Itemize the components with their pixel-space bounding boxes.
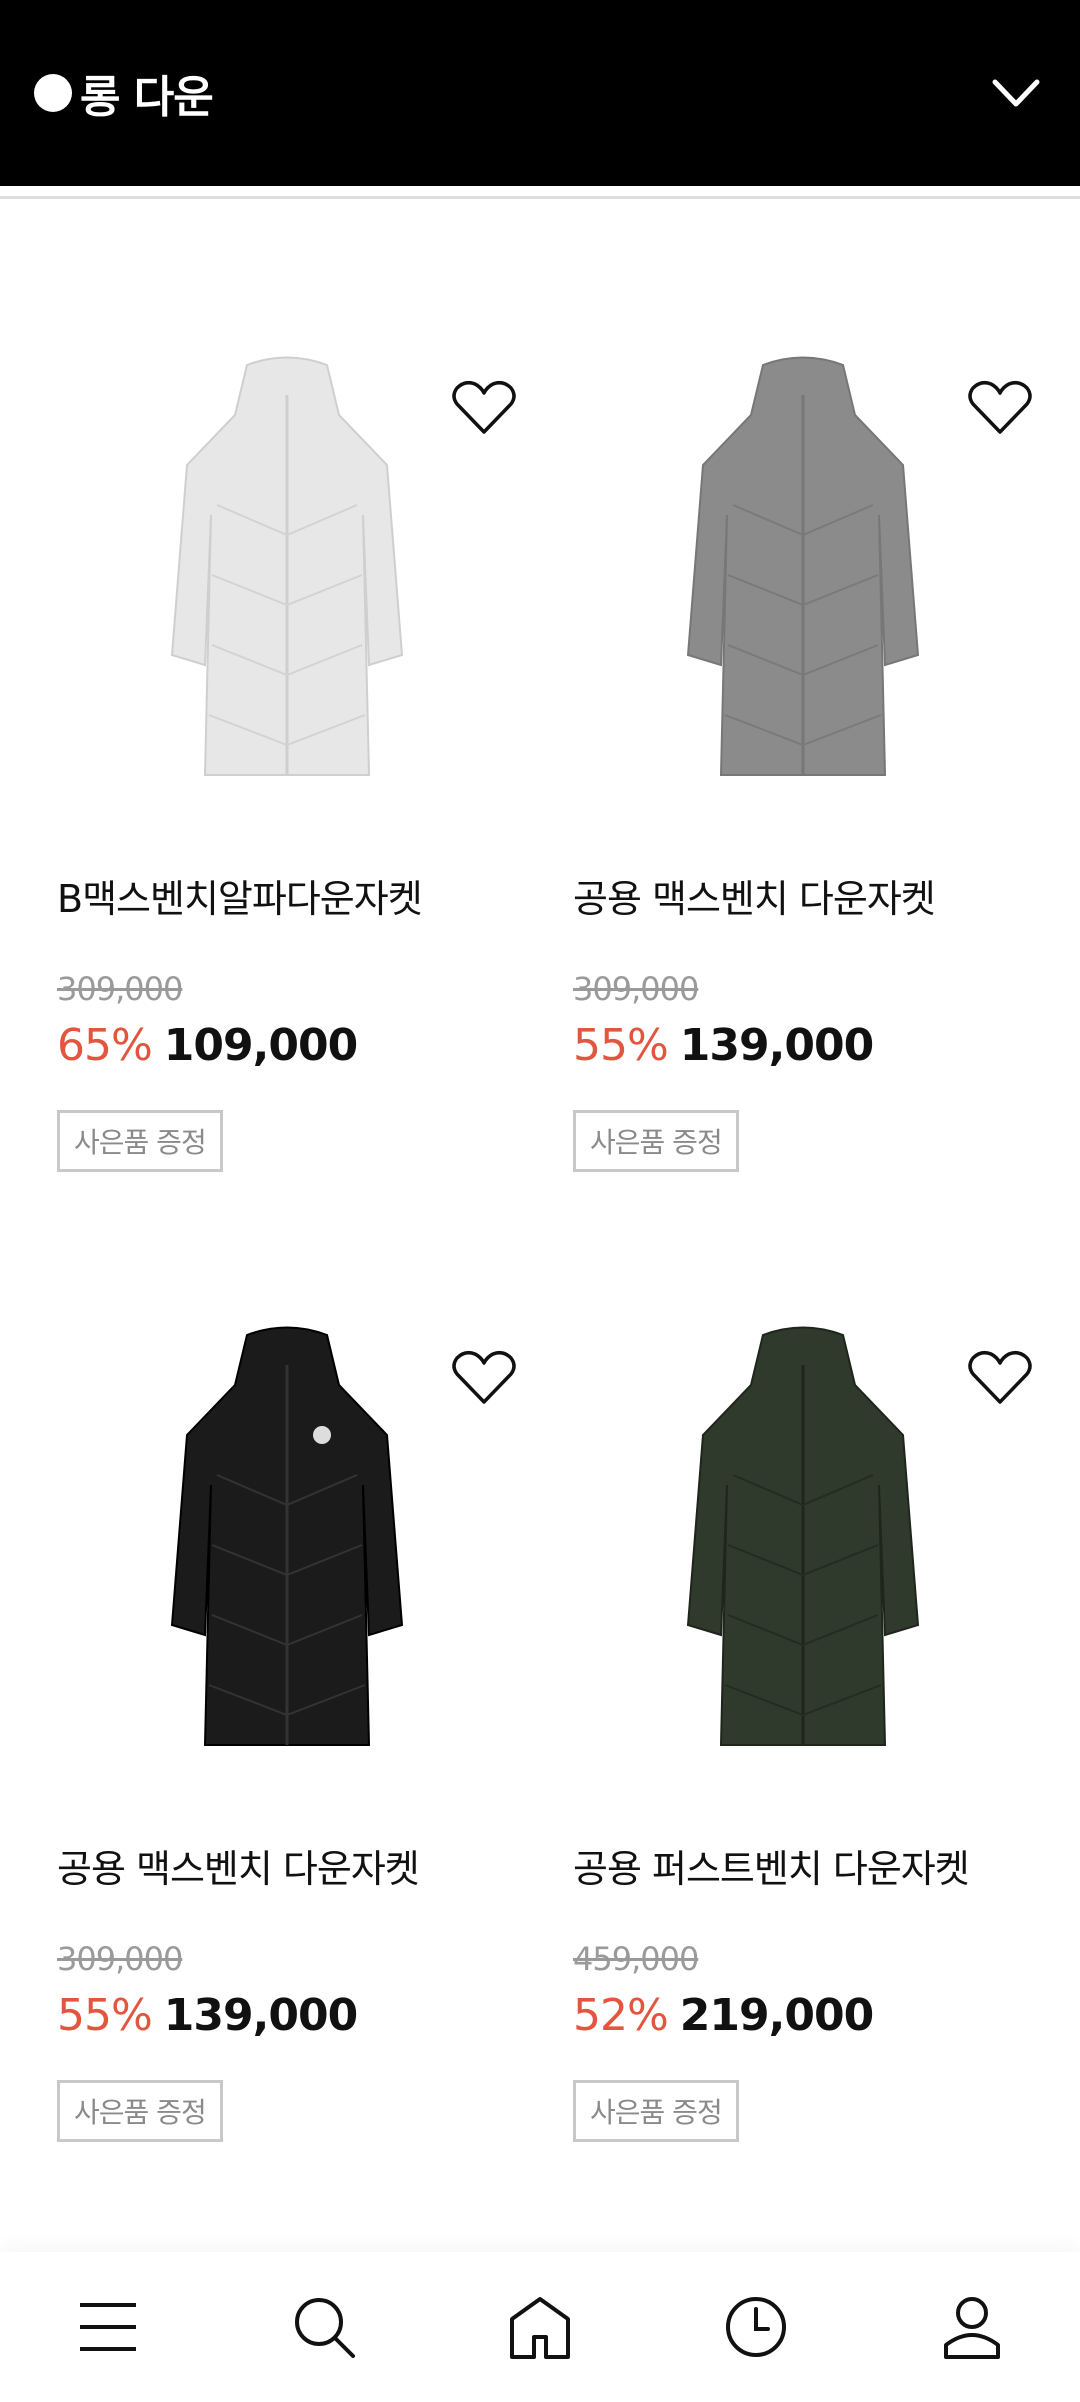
search-icon[interactable] [284, 2287, 364, 2367]
discount-rate: 55% [573, 1020, 669, 1071]
product-card[interactable]: B맥스벤치알파다운자켓 309,000 65% 109,000 사은품 증정 [57, 330, 517, 1230]
product-name[interactable]: 공용 퍼스트벤치 다운자켓 [573, 1838, 1073, 1893]
price-line: 55% 139,000 [57, 1990, 358, 2041]
gift-badge: 사은품 증정 [573, 1110, 739, 1172]
discount-rate: 55% [57, 1990, 153, 2041]
header-divider [0, 196, 1080, 199]
product-row: B맥스벤치알파다운자켓 309,000 65% 109,000 사은품 증정 공용… [0, 330, 1080, 1230]
original-price: 459,000 [573, 1940, 699, 1978]
category-title: 롱 다운 [80, 72, 214, 123]
product-card[interactable]: 공용 맥스벤치 다운자켓 309,000 55% 139,000 사은품 증정 [573, 330, 1033, 1230]
menu-icon[interactable] [68, 2287, 148, 2367]
original-price: 309,000 [573, 970, 699, 1008]
history-icon[interactable] [716, 2287, 796, 2367]
gift-badge: 사은품 증정 [573, 2080, 739, 2142]
wishlist-heart-icon[interactable] [967, 378, 1033, 438]
product-name[interactable]: 공용 맥스벤치 다운자켓 [573, 868, 1073, 923]
home-icon[interactable] [500, 2287, 580, 2367]
chevron-down-icon[interactable] [986, 63, 1046, 123]
bullet-icon [34, 74, 72, 112]
price-line: 55% 139,000 [573, 1020, 874, 1071]
top-bar: 롱 다운 [0, 0, 1080, 186]
product-image[interactable] [573, 1300, 1033, 1780]
bottom-navigation [0, 2252, 1080, 2402]
wishlist-heart-icon[interactable] [967, 1348, 1033, 1408]
sale-price: 139,000 [163, 1990, 358, 2041]
sale-price: 109,000 [163, 1020, 358, 1071]
gift-badge: 사은품 증정 [57, 2080, 223, 2142]
sale-price: 139,000 [679, 1020, 874, 1071]
discount-rate: 52% [573, 1990, 669, 2041]
price-line: 65% 109,000 [57, 1020, 358, 1071]
category-title-group[interactable]: 롱 다운 [34, 61, 214, 125]
wishlist-heart-icon[interactable] [451, 378, 517, 438]
profile-icon[interactable] [932, 2287, 1012, 2367]
product-image[interactable] [57, 1300, 517, 1780]
price-line: 52% 219,000 [573, 1990, 874, 2041]
original-price: 309,000 [57, 1940, 183, 1978]
product-name[interactable]: 공용 맥스벤치 다운자켓 [57, 1838, 557, 1893]
gift-badge: 사은품 증정 [57, 1110, 223, 1172]
product-card[interactable]: 공용 맥스벤치 다운자켓 309,000 55% 139,000 사은품 증정 [57, 1300, 517, 2200]
product-image[interactable] [57, 330, 517, 810]
original-price: 309,000 [57, 970, 183, 1008]
product-card[interactable]: 공용 퍼스트벤치 다운자켓 459,000 52% 219,000 사은품 증정 [573, 1300, 1033, 2200]
product-row: 공용 맥스벤치 다운자켓 309,000 55% 139,000 사은품 증정 공… [0, 1300, 1080, 2200]
product-name[interactable]: B맥스벤치알파다운자켓 [57, 868, 557, 923]
sale-price: 219,000 [679, 1990, 874, 2041]
product-image[interactable] [573, 330, 1033, 810]
wishlist-heart-icon[interactable] [451, 1348, 517, 1408]
discount-rate: 65% [57, 1020, 153, 1071]
